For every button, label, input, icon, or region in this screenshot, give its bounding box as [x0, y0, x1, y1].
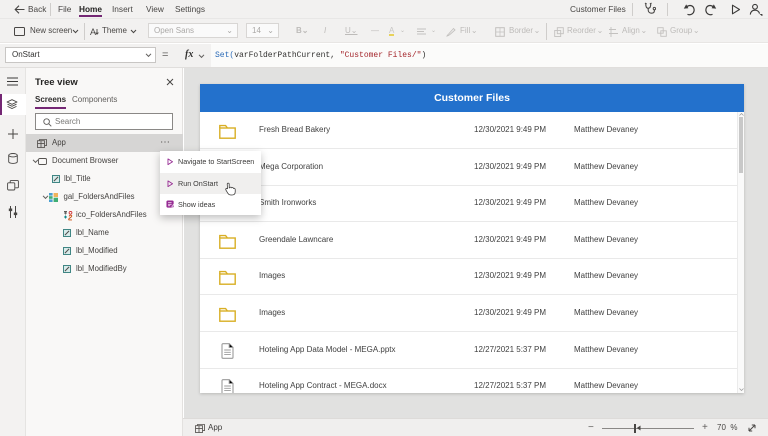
- svg-text:A: A: [90, 27, 96, 36]
